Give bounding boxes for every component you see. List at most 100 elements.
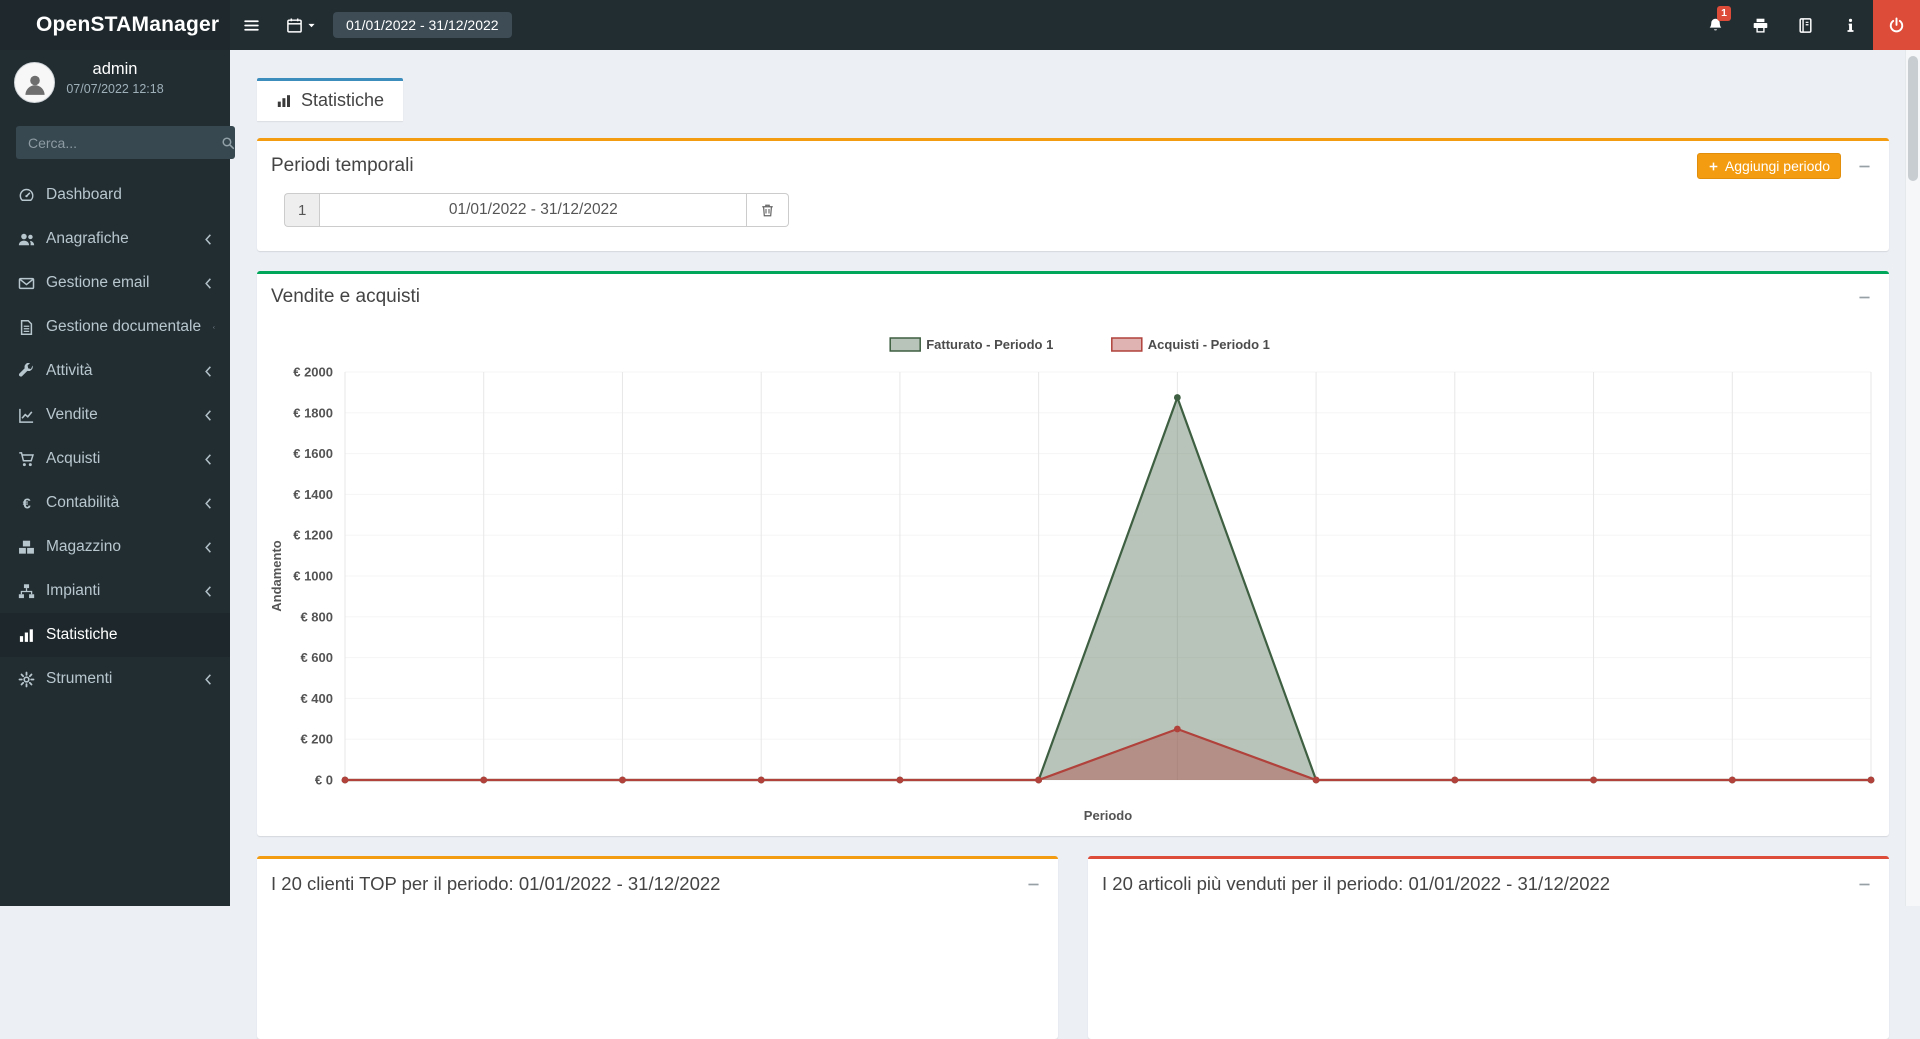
add-period-button[interactable]: Aggiungi periodo bbox=[1697, 153, 1841, 179]
app-logo[interactable]: OpenSTAManager bbox=[0, 0, 230, 50]
gear-icon bbox=[18, 671, 35, 688]
search-input[interactable] bbox=[16, 126, 221, 159]
period-daterange-input[interactable] bbox=[319, 193, 747, 227]
top-clients-title: I 20 clienti TOP per il periodo: 01/01/2… bbox=[271, 873, 720, 895]
periods-card-body: 1 bbox=[257, 191, 1889, 251]
minus-icon bbox=[1857, 877, 1872, 892]
chevron-left-icon bbox=[201, 496, 216, 511]
sidebar-item-statistiche[interactable]: Statistiche bbox=[0, 613, 230, 657]
top-navbar: 01/01/2022 - 31/12/2022 1 bbox=[230, 0, 1920, 50]
tab-statistiche[interactable]: Statistiche bbox=[257, 78, 403, 121]
periods-collapse-button[interactable] bbox=[1853, 155, 1875, 177]
plus-icon bbox=[1708, 161, 1719, 172]
chart-card-title: Vendite e acquisti bbox=[271, 286, 420, 308]
svg-text:€ 1400: € 1400 bbox=[293, 487, 333, 502]
sidebar-item-attivit-[interactable]: Attività bbox=[0, 349, 230, 393]
scrollbar-track[interactable] bbox=[1905, 50, 1920, 906]
sidebar-item-label: Vendite bbox=[46, 406, 190, 424]
chevron-left-icon bbox=[201, 364, 216, 379]
sidebar-item-magazzino[interactable]: Magazzino bbox=[0, 525, 230, 569]
top-articles-card: I 20 articoli più venduti per il periodo… bbox=[1088, 856, 1889, 1039]
chevron-left-icon bbox=[201, 672, 216, 687]
chevron-left-icon bbox=[201, 276, 216, 291]
scrollbar-thumb[interactable] bbox=[1908, 56, 1918, 181]
notifications-button[interactable]: 1 bbox=[1693, 0, 1738, 50]
top-clients-card: I 20 clienti TOP per il periodo: 01/01/2… bbox=[257, 856, 1058, 1039]
main-content: Statistiche Periodi temporali Aggiungi p… bbox=[230, 50, 1920, 906]
chart-card-header: Vendite e acquisti bbox=[257, 274, 1889, 320]
sidebar-item-gestione-documentale[interactable]: Gestione documentale bbox=[0, 305, 230, 349]
sidebar-item-gestione-email[interactable]: Gestione email bbox=[0, 261, 230, 305]
hamburger-button[interactable] bbox=[230, 0, 273, 50]
sidebar-item-acquisti[interactable]: Acquisti bbox=[0, 437, 230, 481]
add-period-label: Aggiungi periodo bbox=[1725, 158, 1830, 174]
svg-text:Andamento: Andamento bbox=[269, 540, 284, 612]
dashboard-icon bbox=[18, 187, 35, 204]
sidebar-item-label: Strumenti bbox=[46, 670, 190, 688]
periods-card: Periodi temporali Aggiungi periodo 1 bbox=[257, 138, 1889, 251]
svg-text:Acquisti - Periodo 1: Acquisti - Periodo 1 bbox=[1148, 337, 1270, 352]
sidebar-item-vendite[interactable]: Vendite bbox=[0, 393, 230, 437]
logout-button[interactable] bbox=[1873, 0, 1920, 50]
svg-text:€ 600: € 600 bbox=[300, 650, 333, 665]
sales-purchases-chart: € 0€ 200€ 400€ 600€ 800€ 1000€ 1200€ 140… bbox=[267, 328, 1879, 830]
daterange-display[interactable]: 01/01/2022 - 31/12/2022 bbox=[333, 12, 512, 38]
info-icon bbox=[1842, 17, 1859, 34]
delete-period-button[interactable] bbox=[747, 193, 789, 227]
period-row: 1 bbox=[284, 193, 789, 227]
sidebar-item-label: Magazzino bbox=[46, 538, 190, 556]
hamburger-icon bbox=[243, 17, 260, 34]
svg-text:Fatturato - Periodo 1: Fatturato - Periodo 1 bbox=[926, 337, 1053, 352]
search-button[interactable] bbox=[221, 126, 235, 159]
sidebar-item-impianti[interactable]: Impianti bbox=[0, 569, 230, 613]
caret-down-icon bbox=[307, 21, 316, 30]
sidebar-item-label: Impianti bbox=[46, 582, 190, 600]
user-panel: admin 07/07/2022 12:18 bbox=[0, 50, 230, 114]
svg-text:€ 2000: € 2000 bbox=[293, 365, 333, 380]
sidebar-item-label: Gestione documentale bbox=[46, 318, 201, 336]
trash-icon bbox=[760, 203, 775, 218]
search-icon bbox=[221, 136, 235, 150]
chart-collapse-button[interactable] bbox=[1853, 286, 1875, 308]
wrench-icon bbox=[18, 363, 35, 380]
cart-icon bbox=[18, 451, 35, 468]
sidebar-item-strumenti[interactable]: Strumenti bbox=[0, 657, 230, 701]
sidebar-item-label: Gestione email bbox=[46, 274, 190, 292]
svg-text:€ 1600: € 1600 bbox=[293, 446, 333, 461]
boxes-icon bbox=[18, 539, 35, 556]
calendar-dropdown-button[interactable] bbox=[273, 0, 329, 50]
print-button[interactable] bbox=[1738, 0, 1783, 50]
minus-icon bbox=[1026, 877, 1041, 892]
minus-icon bbox=[1857, 159, 1872, 174]
navbar-actions: 1 bbox=[1693, 0, 1920, 50]
tab-label: Statistiche bbox=[301, 90, 384, 111]
info-button[interactable] bbox=[1828, 0, 1873, 50]
sidebar-item-label: Anagrafiche bbox=[46, 230, 190, 248]
chevron-left-icon bbox=[201, 408, 216, 423]
bar-chart-icon bbox=[18, 627, 35, 644]
chevron-left-icon bbox=[201, 232, 216, 247]
file-icon bbox=[18, 319, 35, 336]
svg-text:€ 0: € 0 bbox=[315, 773, 333, 788]
svg-text:€: € bbox=[23, 496, 31, 511]
chevron-left-icon bbox=[201, 452, 216, 467]
app-header: OpenSTAManager 01/01/2022 - 31/12/2022 1 bbox=[0, 0, 1920, 50]
book-icon bbox=[1797, 17, 1814, 34]
sidebar-item-contabilit-[interactable]: € Contabilità bbox=[0, 481, 230, 525]
chevron-left-icon bbox=[201, 540, 216, 555]
notification-badge: 1 bbox=[1717, 6, 1731, 21]
svg-text:€ 1800: € 1800 bbox=[293, 405, 333, 420]
top-articles-collapse-button[interactable] bbox=[1853, 873, 1875, 895]
euro-icon: € bbox=[18, 495, 35, 512]
sidebar-item-anagrafiche[interactable]: Anagrafiche bbox=[0, 217, 230, 261]
periods-card-header: Periodi temporali Aggiungi periodo bbox=[257, 141, 1889, 191]
search-form bbox=[16, 126, 214, 159]
top-clients-collapse-button[interactable] bbox=[1022, 873, 1044, 895]
chart-line-icon bbox=[18, 407, 35, 424]
svg-text:€ 800: € 800 bbox=[300, 609, 333, 624]
top-articles-title: I 20 articoli più venduti per il periodo… bbox=[1102, 873, 1610, 895]
calendar-icon bbox=[286, 17, 303, 34]
manual-button[interactable] bbox=[1783, 0, 1828, 50]
sidebar-item-label: Contabilità bbox=[46, 494, 190, 512]
sidebar-item-dashboard[interactable]: Dashboard bbox=[0, 173, 230, 217]
